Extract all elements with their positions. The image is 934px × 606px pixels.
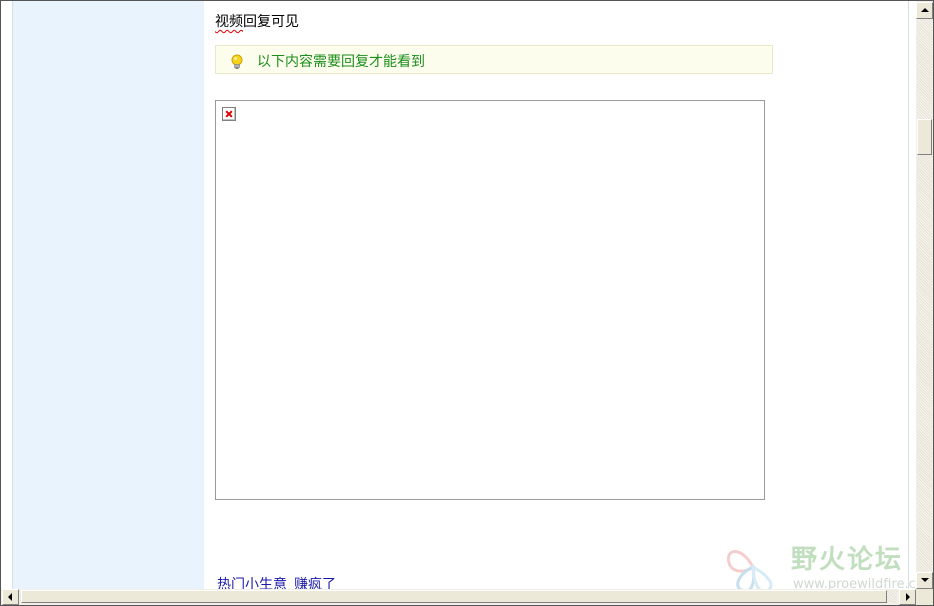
spellcheck-word[interactable]: 视频 [215, 14, 243, 30]
arrow-down-icon [921, 578, 929, 582]
left-edge-strip [1, 1, 13, 589]
browser-viewport: 视频回复可见 以下内容需要回复才能看到 热门小生意 赚疯了 野火论坛 www.pr… [0, 0, 934, 606]
embedded-media-frame[interactable] [215, 100, 765, 500]
scroll-down-button[interactable] [916, 572, 933, 589]
vertical-scroll-track[interactable] [917, 19, 932, 571]
horizontal-scrollbar[interactable] [1, 589, 916, 605]
forum-watermark: 野火论坛 www.proewildfire.cn [723, 537, 924, 597]
broken-image-icon [222, 107, 236, 121]
scroll-right-button[interactable] [899, 589, 916, 605]
vertical-scrollbar[interactable] [916, 1, 933, 589]
horizontal-scroll-thumb[interactable] [21, 590, 887, 603]
reply-required-notice: 以下内容需要回复才能看到 [215, 45, 773, 74]
post-title: 视频回复可见 [215, 11, 299, 31]
butterfly-logo-icon [726, 550, 773, 594]
post-title-rest: 回复可见 [243, 14, 299, 30]
post-content: 视频回复可见 以下内容需要回复才能看到 热门小生意 赚疯了 [204, 1, 908, 593]
notice-text: 以下内容需要回复才能看到 [257, 54, 425, 70]
watermark-title: 野火论坛 [791, 545, 904, 575]
vertical-scroll-thumb[interactable] [917, 119, 932, 155]
lightbulb-icon [231, 54, 243, 69]
scroll-left-button[interactable] [2, 589, 19, 605]
post-author-sidebar [13, 1, 204, 589]
arrow-left-icon [8, 593, 12, 601]
scrollbar-corner [916, 589, 933, 605]
arrow-up-icon [921, 8, 929, 12]
scroll-up-button[interactable] [916, 2, 933, 19]
arrow-right-icon [906, 593, 910, 601]
